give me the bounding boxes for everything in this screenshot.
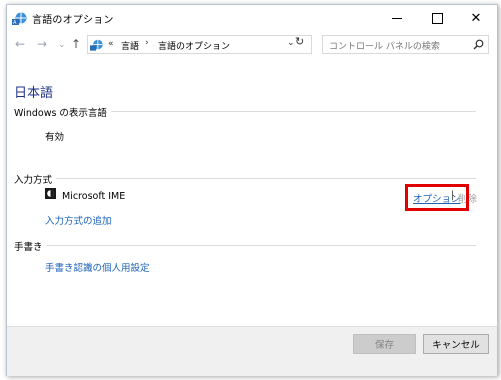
close-icon: ✕ — [470, 10, 482, 26]
search-icon — [473, 39, 484, 50]
cancel-button[interactable]: キャンセル — [423, 334, 489, 354]
close-button[interactable]: ✕ — [459, 5, 493, 31]
handwriting-divider — [14, 245, 476, 246]
options-highlight-box — [405, 184, 469, 211]
input-method-divider — [14, 178, 476, 179]
forward-button[interactable]: → — [37, 37, 47, 51]
minimize-button[interactable] — [380, 5, 414, 31]
display-language-status: 有効 — [45, 132, 65, 143]
search-placeholder: コントロール パネルの検索 — [329, 42, 440, 52]
language-globe-icon — [90, 39, 103, 51]
address-dropdown-button[interactable]: ⌄ — [287, 38, 295, 48]
search-input[interactable]: コントロール パネルの検索 — [322, 35, 489, 54]
language-options-window: A 言語のオプション ✕ ← → ⌄ ↑ « 言語 › 言語のオプション ⌄ ↻… — [6, 4, 498, 376]
refresh-button[interactable]: ↻ — [295, 35, 304, 48]
handwriting-label: 手書き — [14, 239, 47, 253]
minimize-icon — [392, 17, 402, 19]
language-globe-icon: A — [12, 12, 27, 25]
language-heading: 日本語 — [14, 86, 54, 101]
ime-icon — [45, 188, 56, 199]
ime-name: Microsoft IME — [62, 191, 126, 202]
input-method-label: 入力方式 — [14, 172, 57, 186]
display-language-label: Windows の表示言語 — [14, 105, 111, 119]
breadcrumb-overflow[interactable]: « — [108, 39, 114, 49]
save-button[interactable]: 保存 — [353, 334, 416, 354]
svg-text:A: A — [13, 20, 17, 25]
window-title: 言語のオプション — [32, 15, 114, 26]
breadcrumb-separator[interactable]: › — [145, 38, 149, 48]
maximize-icon — [431, 12, 443, 24]
up-button[interactable]: ↑ — [71, 37, 81, 51]
add-input-method-link[interactable]: 入力方式の追加 — [45, 213, 112, 227]
recent-locations-button[interactable]: ⌄ — [58, 40, 66, 50]
title-bar: A 言語のオプション ✕ — [7, 5, 497, 31]
back-button[interactable]: ← — [15, 37, 25, 51]
maximize-button[interactable] — [420, 5, 454, 31]
breadcrumb-language[interactable]: 言語 — [121, 39, 139, 52]
address-box[interactable]: « 言語 › 言語のオプション ⌄ — [87, 35, 312, 54]
breadcrumb-language-options[interactable]: 言語のオプション — [158, 39, 230, 52]
personalize-handwriting-link[interactable]: 手書き認識の個人用設定 — [45, 260, 150, 274]
